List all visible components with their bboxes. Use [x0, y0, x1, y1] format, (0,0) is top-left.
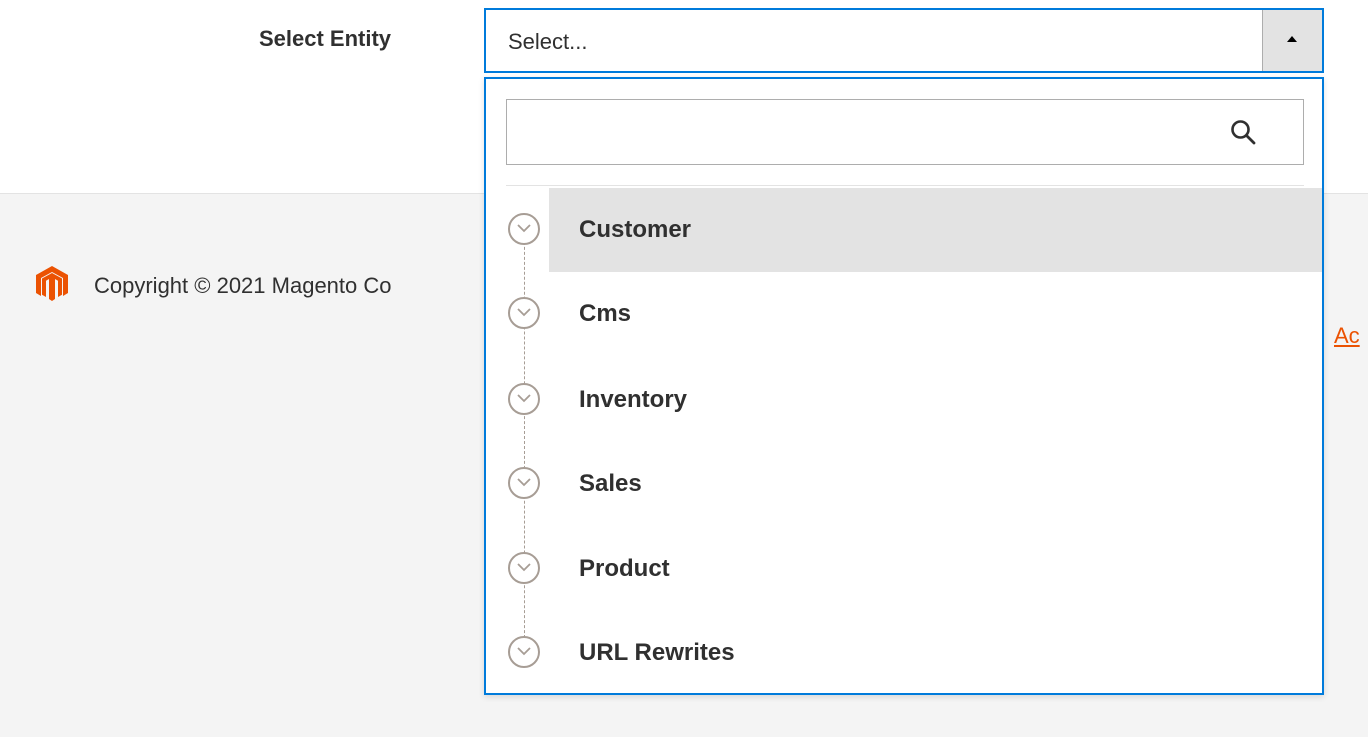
option-customer[interactable]: Customer	[486, 188, 1322, 272]
magento-logo-icon	[36, 266, 68, 301]
option-label: Inventory	[579, 386, 688, 413]
chevron-down-icon[interactable]	[508, 552, 540, 584]
chevron-down-icon[interactable]	[508, 467, 540, 499]
option-product[interactable]: Product	[486, 527, 1322, 611]
chevron-down-icon[interactable]	[508, 636, 540, 668]
option-url-rewrites[interactable]: URL Rewrites	[486, 611, 1322, 695]
select-toggle-button[interactable]	[1262, 10, 1322, 71]
entity-select[interactable]: Select...	[484, 8, 1324, 73]
option-label: Customer	[579, 216, 692, 243]
caret-up-icon	[1287, 36, 1297, 42]
search-icon[interactable]	[1230, 119, 1256, 145]
option-cms[interactable]: Cms	[486, 272, 1322, 356]
entity-dropdown-menu: Customer Cms Inventory Sales Product URL…	[484, 77, 1324, 695]
select-entity-label: Select Entity	[259, 26, 392, 51]
option-label: Sales	[579, 470, 642, 497]
option-label: Product	[579, 555, 670, 582]
dropdown-search-input[interactable]	[506, 99, 1304, 165]
option-inventory[interactable]: Inventory	[486, 358, 1322, 442]
select-value: Select...	[508, 29, 588, 54]
option-label: Cms	[579, 300, 632, 327]
copyright-text: Copyright © 2021 Magento Co	[94, 273, 392, 298]
option-sales[interactable]: Sales	[486, 442, 1322, 526]
chevron-down-icon[interactable]	[508, 213, 540, 245]
option-list: Customer Cms Inventory Sales Product URL…	[486, 188, 1322, 693]
chevron-down-icon[interactable]	[508, 297, 540, 329]
dropdown-divider	[506, 185, 1304, 186]
footer-link[interactable]: Ac	[1334, 323, 1360, 349]
option-label: URL Rewrites	[579, 639, 735, 666]
chevron-down-icon[interactable]	[508, 383, 540, 415]
